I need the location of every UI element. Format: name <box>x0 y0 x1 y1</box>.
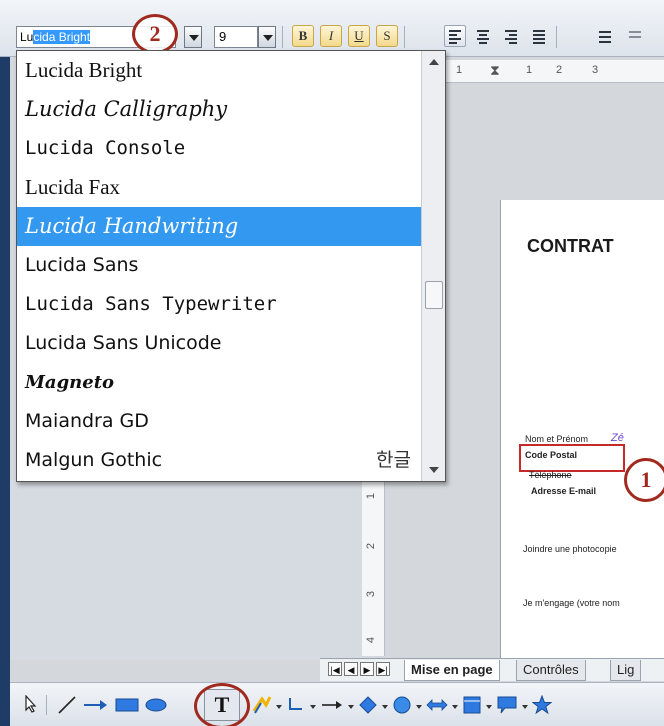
text-tool-highlight-circle <box>194 683 250 726</box>
ruler-tab-stop-icon: ⧗ <box>490 62 500 78</box>
chevron-down-icon[interactable] <box>382 705 388 709</box>
tab-controles[interactable]: Contrôles <box>516 660 586 681</box>
vruler-mark: 4 <box>365 636 378 644</box>
vruler-mark: 2 <box>365 542 378 550</box>
ruler-mark: 2 <box>556 64 563 76</box>
scroll-thumb[interactable] <box>425 281 443 309</box>
next-sheet-icon[interactable]: ▶ <box>360 662 374 676</box>
justify-button[interactable] <box>528 25 550 47</box>
font-item-maiandra-gd[interactable]: Maiandra GD <box>17 402 421 441</box>
chevron-down-icon[interactable] <box>486 705 492 709</box>
indent-button[interactable] <box>624 25 646 47</box>
font-item-lucida-sans[interactable]: Lucida Sans <box>17 246 421 285</box>
connector-tool-icon[interactable] <box>286 695 306 715</box>
line-tool-icon[interactable] <box>56 695 78 715</box>
font-name-value: Lucida Bright <box>20 30 91 44</box>
line-spacing-button[interactable] <box>594 25 616 47</box>
select-arrow-icon[interactable] <box>24 695 38 713</box>
left-pane-background <box>10 480 362 660</box>
font-item-label: Malgun Gothic <box>25 449 163 471</box>
align-left-button[interactable] <box>444 25 466 47</box>
font-size-combobox[interactable]: 9 <box>214 26 258 48</box>
arrow-line-tool-icon[interactable] <box>82 697 108 713</box>
formatting-toolbar: Lucida Bright 2 9 B I U S <box>0 0 664 57</box>
ruler-mark: 1 <box>456 64 463 76</box>
font-item-lucida-handwriting[interactable]: Lucida Handwriting <box>17 207 421 246</box>
toolbar-separator <box>556 26 557 48</box>
tab-lignes[interactable]: Lig <box>610 660 642 681</box>
application-window: Lucida Bright 2 9 B I U S 1 ⧗ 1 2 3 1 2 … <box>0 0 664 726</box>
text-join-photocopy: Joindre une photocopie <box>523 544 617 554</box>
label-postal-code: Code Postal <box>525 450 578 460</box>
font-sample-preview: 한글 <box>376 449 411 471</box>
window-left-edge <box>0 56 10 726</box>
scroll-down-icon[interactable] <box>429 467 439 473</box>
ellipse-tool-icon[interactable] <box>144 697 168 713</box>
chevron-down-icon[interactable] <box>522 705 528 709</box>
fontwork-icon[interactable] <box>252 695 272 715</box>
label-phone: Téléphone <box>529 470 572 480</box>
name-value-text: Zé <box>611 432 624 444</box>
scroll-up-icon[interactable] <box>429 59 439 65</box>
chevron-down-icon[interactable] <box>416 705 422 709</box>
font-item-lucida-sans-unicode[interactable]: Lucida Sans Unicode <box>17 324 421 363</box>
font-item-lucida-fax[interactable]: Lucida Fax <box>17 168 421 207</box>
stars-icon[interactable] <box>532 695 552 715</box>
font-name-dropdown-button[interactable] <box>184 26 202 48</box>
callout-marker-2: 2 <box>132 14 178 54</box>
chevron-down-icon[interactable] <box>310 705 316 709</box>
symbol-shapes-icon[interactable] <box>392 695 412 715</box>
sheet-tabs-bar: |◀ ◀ ▶ ▶| Mise en page Contrôles Lig <box>320 658 664 681</box>
horizontal-ruler[interactable]: 1 ⧗ 1 2 3 <box>426 60 664 83</box>
underline-button[interactable]: U <box>348 25 370 47</box>
font-item-lucida-console[interactable]: Lucida Console <box>17 129 421 168</box>
label-email: Adresse E-mail <box>531 486 597 496</box>
text-commitment: Je m'engage (votre nom <box>523 598 620 608</box>
font-item-malgun-gothic[interactable]: Malgun Gothic 한글 <box>17 441 421 480</box>
prev-sheet-icon[interactable]: ◀ <box>344 662 358 676</box>
font-item-lucida-calligraphy[interactable]: Lucida Calligraphy <box>17 90 421 129</box>
toolbar-separator <box>46 695 47 715</box>
font-size-dropdown-button[interactable] <box>258 26 276 48</box>
chevron-down-icon[interactable] <box>452 705 458 709</box>
block-arrows-icon[interactable] <box>426 697 448 713</box>
align-center-button[interactable] <box>472 25 494 47</box>
font-dropdown-list[interactable]: Lucida Bright Lucida Calligraphy Lucida … <box>16 50 446 482</box>
drawing-toolbar: T <box>10 682 664 726</box>
callouts-icon[interactable] <box>496 695 518 715</box>
chevron-down-icon[interactable] <box>276 705 282 709</box>
lines-arrows-icon[interactable] <box>320 697 344 713</box>
font-size-value: 9 <box>219 29 227 44</box>
align-right-button[interactable] <box>500 25 522 47</box>
font-item-magneto[interactable]: Magneto <box>17 363 421 402</box>
label-name: Nom et Prénom <box>525 434 589 444</box>
rectangle-tool-icon[interactable] <box>114 697 140 713</box>
first-sheet-icon[interactable]: |◀ <box>328 662 342 676</box>
chevron-down-icon[interactable] <box>348 705 354 709</box>
tab-mise-en-page[interactable]: Mise en page <box>404 660 500 681</box>
toolbar-separator <box>282 26 283 48</box>
ruler-mark: 3 <box>592 64 599 76</box>
callout-marker-1: 1 <box>624 458 664 502</box>
font-list-scrollbar[interactable] <box>421 51 445 481</box>
document-page[interactable]: CONTRAT Nom et Prénom Zé Code Postal Tél… <box>500 200 664 660</box>
flowchart-icon[interactable] <box>462 695 482 715</box>
font-item-lucida-bright[interactable]: Lucida Bright <box>17 51 421 90</box>
basic-shapes-diamond-icon[interactable] <box>358 695 378 715</box>
vruler-mark: 1 <box>365 492 378 500</box>
vruler-mark: 3 <box>365 590 378 598</box>
italic-button[interactable]: I <box>320 25 342 47</box>
page-title: CONTRAT <box>527 236 614 256</box>
ruler-mark: 1 <box>526 64 533 76</box>
toolbar-separator <box>404 26 405 48</box>
bold-button[interactable]: B <box>292 25 314 47</box>
font-item-lucida-sans-typewriter[interactable]: Lucida Sans Typewriter <box>17 285 421 324</box>
vertical-ruler[interactable]: 1 2 3 4 <box>362 460 385 656</box>
shadow-button[interactable]: S <box>376 25 398 47</box>
last-sheet-icon[interactable]: ▶| <box>376 662 390 676</box>
